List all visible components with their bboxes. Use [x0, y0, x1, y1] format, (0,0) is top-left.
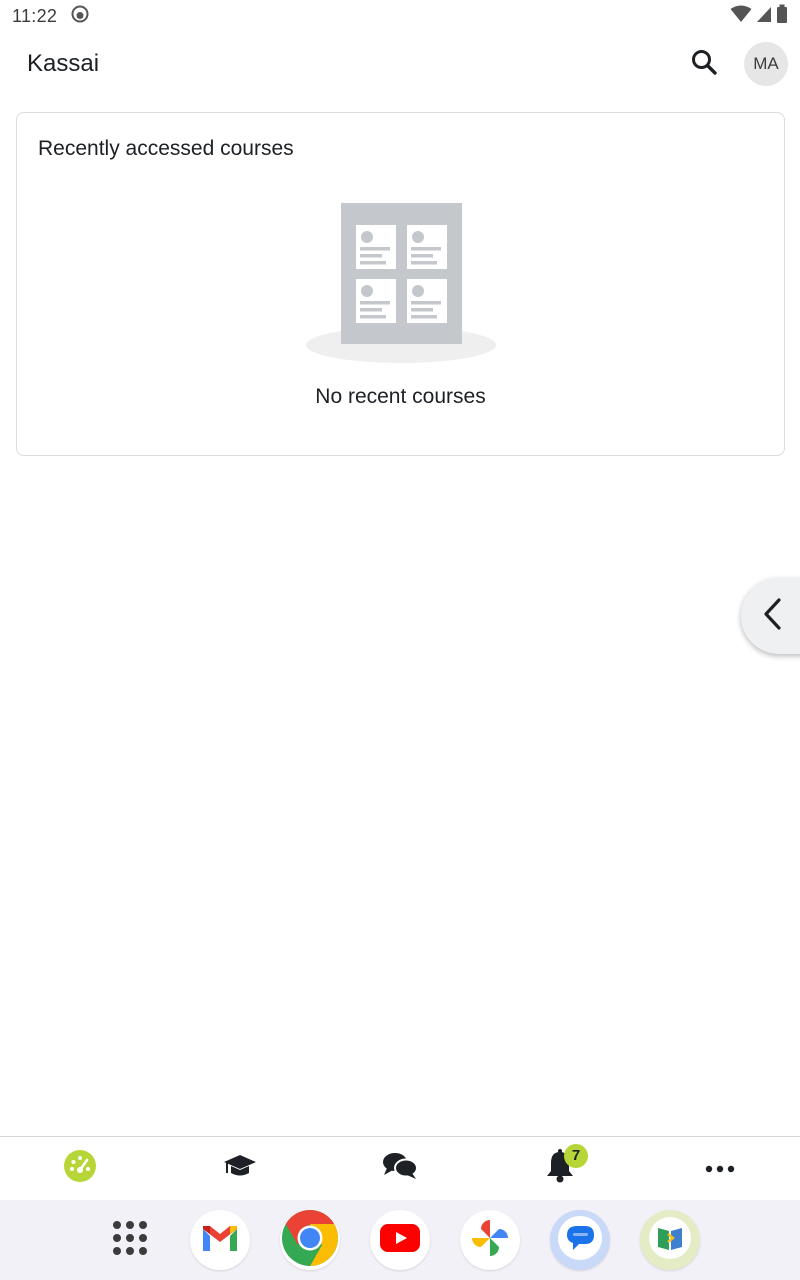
notification-count-badge: 7 [564, 1143, 588, 1168]
card-title: Recently accessed courses [38, 137, 294, 160]
tab-notifications[interactable]: 7 [520, 1141, 600, 1197]
tab-my-courses[interactable] [200, 1141, 280, 1197]
photos-icon [470, 1218, 510, 1263]
app-header: Kassai MA [0, 32, 800, 96]
cellular-signal-icon [756, 5, 772, 28]
notification-face-icon [71, 5, 89, 28]
tab-dashboard[interactable] [40, 1141, 120, 1197]
battery-icon [776, 4, 788, 29]
more-dots-icon [705, 1160, 735, 1178]
bottom-tab-bar: 7 [0, 1136, 800, 1200]
empty-state-message: No recent courses [315, 385, 486, 408]
status-time: 11:22 [12, 5, 58, 26]
courses-empty-illustration [305, 203, 497, 370]
tab-more[interactable] [680, 1141, 760, 1197]
gmail-app-button[interactable] [190, 1210, 250, 1270]
recent-courses-card: Recently accessed courses No recent cour… [16, 112, 785, 456]
launcher-dock [0, 1200, 800, 1280]
status-right [730, 4, 788, 29]
graduation-cap-icon [223, 1153, 257, 1184]
block-drawer-toggle[interactable] [741, 578, 800, 654]
moodle-app-button[interactable] [640, 1210, 700, 1270]
youtube-app-button[interactable] [370, 1210, 430, 1270]
messages-app-button[interactable] [550, 1210, 610, 1270]
search-button[interactable] [684, 44, 724, 84]
app-drawer-icon [111, 1219, 149, 1262]
user-avatar-button[interactable]: MA [744, 42, 788, 86]
chrome-icon [281, 1209, 339, 1272]
youtube-icon [380, 1223, 420, 1257]
search-icon [690, 48, 718, 81]
photos-app-button[interactable] [460, 1210, 520, 1270]
tab-messages[interactable] [360, 1141, 440, 1197]
status-left: 11:22 [12, 5, 89, 28]
header-actions: MA [684, 42, 788, 86]
status-bar: 11:22 [0, 0, 800, 32]
wifi-icon [730, 5, 752, 28]
chrome-app-button[interactable] [280, 1209, 340, 1272]
chevron-left-icon [761, 596, 785, 637]
app-drawer-button[interactable] [100, 1210, 160, 1270]
messages-icon [555, 1213, 605, 1268]
page-title: Kassai [27, 50, 100, 77]
gmail-icon [200, 1223, 240, 1258]
dashboard-gauge-icon [63, 1149, 97, 1188]
chat-bubbles-icon [382, 1151, 418, 1186]
moodle-app-icon [646, 1214, 694, 1267]
